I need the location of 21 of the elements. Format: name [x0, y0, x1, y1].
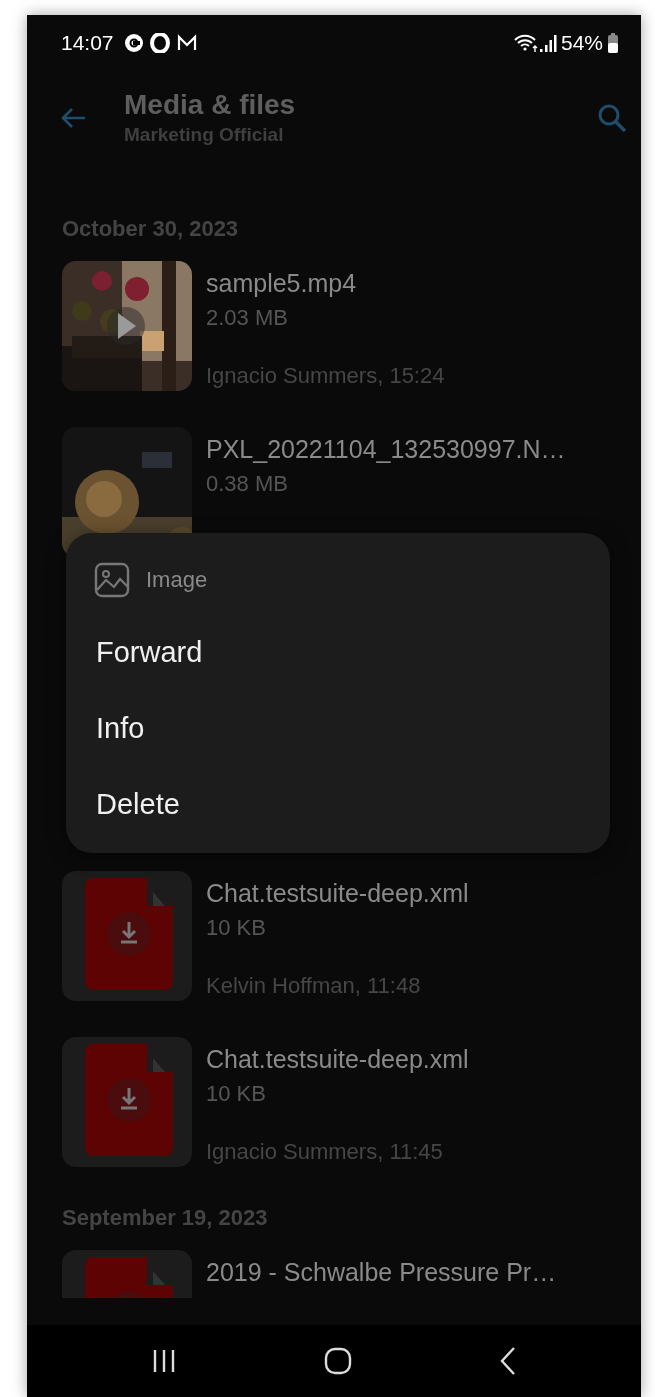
battery-percentage: 54%: [560, 30, 603, 55]
status-time: 14:07: [61, 30, 114, 55]
date-header: September 19, 2023: [62, 1204, 269, 1232]
sender-time: Ignacio Summers, 11:45: [206, 1138, 444, 1166]
file-size: 10 KB: [206, 914, 267, 942]
file-size: 10 KB: [206, 1080, 267, 1108]
file-name[interactable]: Chat.testsuite-deep.xml: [206, 1043, 469, 1075]
menu-item[interactable]: Info: [66, 689, 610, 765]
date-header: October 30, 2023: [62, 215, 240, 243]
file-name[interactable]: 2019 - Schwalbe Pressure Pr…: [206, 1256, 557, 1288]
file-name[interactable]: PXL_20221104_132530997.N…: [206, 433, 566, 465]
file-size: 0.38 MB: [206, 470, 289, 498]
sender-time: Ignacio Summers, 15:24: [206, 362, 445, 390]
menu-header: Image: [146, 567, 208, 593]
file-size: 2.03 MB: [206, 304, 289, 332]
file-name[interactable]: sample5.mp4: [206, 267, 445, 299]
sender-time: Kelvin Hoffman, 11:48: [206, 972, 422, 1000]
menu-item[interactable]: Delete: [66, 765, 610, 841]
menu-item[interactable]: Forward: [66, 613, 610, 689]
screen-title: Media & files: [124, 87, 296, 122]
file-name[interactable]: Chat.testsuite-deep.xml: [206, 877, 469, 909]
